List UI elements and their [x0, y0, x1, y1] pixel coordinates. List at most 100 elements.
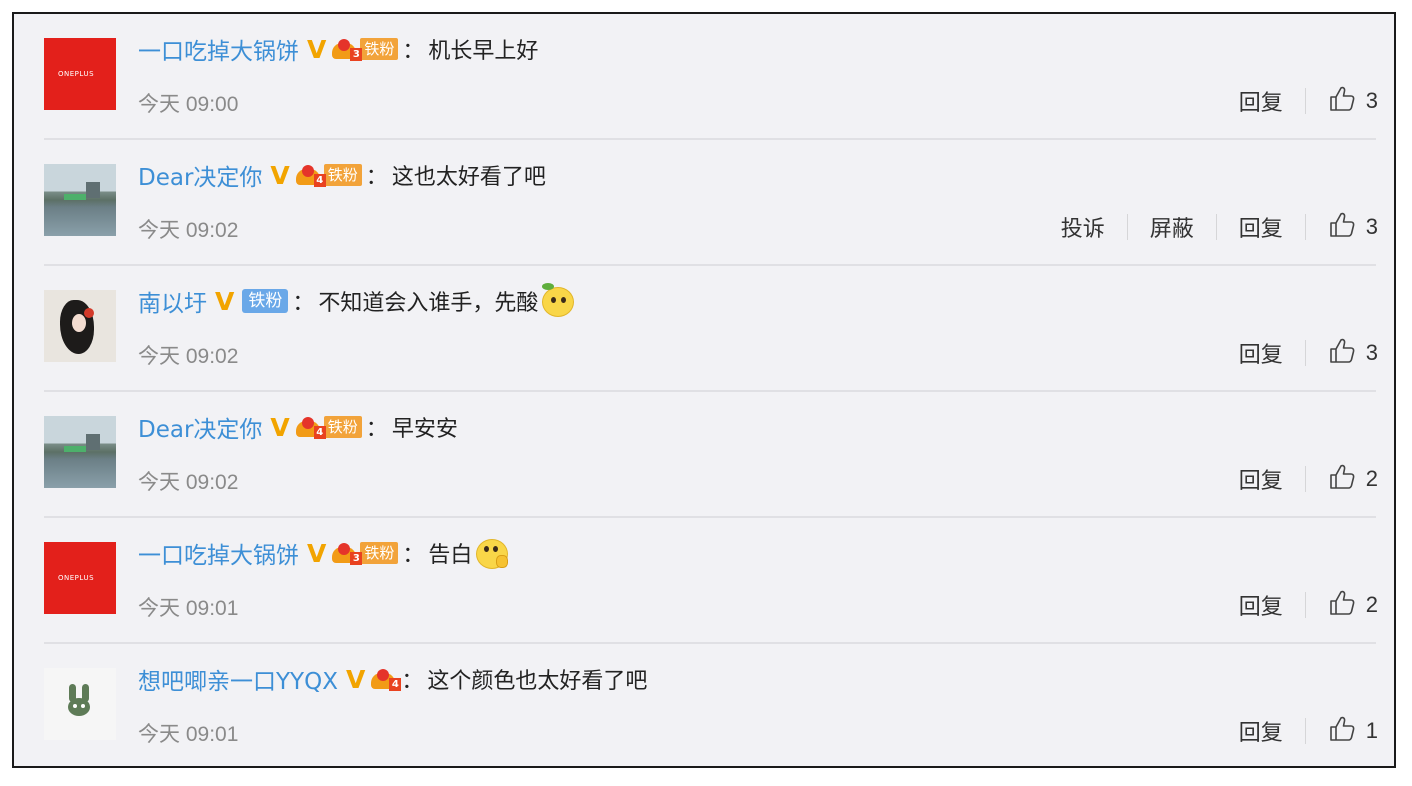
avatar[interactable] — [44, 164, 116, 236]
action-divider — [1215, 214, 1217, 240]
comment-text: 这个颜色也太好看了吧 — [427, 669, 648, 694]
avatar[interactable] — [44, 416, 116, 488]
thumbs-up-icon — [1328, 715, 1356, 747]
fan-badge[interactable]: 铁粉 — [360, 38, 399, 60]
comment-timestamp: 今天 09:02 — [138, 471, 239, 494]
username-link[interactable]: 南以圩 — [138, 284, 207, 318]
thumbs-up-icon — [1328, 337, 1356, 369]
avatar[interactable] — [44, 668, 116, 740]
comment-line: Dear决定你 V 4 铁粉：早安安 — [138, 410, 458, 444]
comment-item: Dear决定你 V 4 铁粉：这也太好看了吧今天 09:02 投诉 屏蔽 回复 3 — [14, 140, 1394, 266]
like-count: 2 — [1365, 592, 1378, 617]
comment-text: 这也太好看了吧 — [391, 165, 546, 190]
reply-button[interactable]: 回复 — [1239, 463, 1283, 495]
comment-actions: 回复 3 — [1239, 84, 1378, 118]
verified-v-icon[interactable]: V — [270, 413, 289, 442]
fan-level-number: 4 — [313, 426, 326, 439]
fan-badge[interactable]: 铁粉 — [323, 164, 362, 186]
comment-actions: 回复 2 — [1239, 588, 1378, 622]
verified-v-icon[interactable]: V — [307, 35, 326, 64]
block-button[interactable]: 屏蔽 — [1150, 211, 1194, 243]
comment-item: Dear决定你 V 4 铁粉：早安安 今天 09:02 回复 2 — [14, 392, 1394, 518]
reply-button[interactable]: 回复 — [1239, 337, 1283, 369]
fan-crown-icon[interactable]: 4 — [295, 415, 326, 439]
colon-separator: ： — [365, 417, 388, 442]
flower-shape — [84, 308, 94, 318]
comment-line: 一口吃掉大锅饼 V 3 铁粉：告白 — [138, 536, 510, 570]
avatar[interactable]: ONEPLUS — [44, 38, 116, 110]
fan-level-number: 3 — [350, 552, 363, 565]
verified-v-icon[interactable]: V — [270, 161, 289, 190]
like-count: 3 — [1365, 214, 1378, 239]
verified-v-icon[interactable]: V — [346, 665, 365, 694]
fan-crown-icon[interactable]: 4 — [371, 667, 402, 691]
colon-separator: ： — [402, 543, 425, 568]
sour-lemon-emoji-icon — [540, 283, 576, 319]
face-shape — [72, 314, 86, 332]
action-divider — [1304, 718, 1306, 744]
comment-item: 想吧唧亲一口YYQX V 4：这个颜色也太好看了吧今天 09:01 回复 1 — [14, 644, 1394, 770]
fan-badge[interactable]: 铁粉 — [360, 542, 399, 564]
like-button[interactable]: 3 — [1328, 211, 1378, 243]
username-link[interactable]: Dear决定你 — [138, 158, 262, 192]
username-link[interactable]: Dear决定你 — [138, 410, 262, 444]
avatar[interactable]: ONEPLUS — [44, 542, 116, 614]
verified-v-icon[interactable]: V — [215, 287, 234, 316]
like-count: 3 — [1365, 340, 1378, 365]
shy-face-emoji-icon — [474, 535, 510, 571]
fan-badge[interactable]: 铁粉 — [323, 416, 362, 438]
action-divider — [1304, 340, 1306, 366]
comment-text: 告白 — [428, 543, 473, 568]
reply-button[interactable]: 回复 — [1239, 589, 1283, 621]
reply-button[interactable]: 回复 — [1239, 85, 1283, 117]
comment-text: 机长早上好 — [428, 39, 539, 64]
like-count: 1 — [1365, 718, 1378, 743]
bunny-head — [68, 698, 90, 716]
like-button[interactable]: 3 — [1328, 85, 1378, 117]
action-divider — [1126, 214, 1128, 240]
comment-timestamp: 今天 09:01 — [138, 597, 239, 620]
comment-item: 南以圩 V 铁粉：不知道会入谁手，先酸 今天 09:02 回复 3 — [14, 266, 1394, 392]
thumbs-up-icon — [1328, 463, 1356, 495]
oneplus-logo: ONEPLUS — [58, 70, 95, 78]
username-link[interactable]: 一口吃掉大锅饼 — [138, 32, 299, 66]
like-button[interactable]: 3 — [1328, 337, 1378, 369]
reply-button[interactable]: 回复 — [1239, 715, 1283, 747]
action-divider — [1304, 466, 1306, 492]
fan-crown-icon[interactable]: 4 — [295, 163, 326, 187]
verified-v-icon[interactable]: V — [307, 539, 326, 568]
like-button[interactable]: 2 — [1328, 463, 1378, 495]
reply-button[interactable]: 回复 — [1239, 211, 1283, 243]
fan-crown-icon[interactable]: 3 — [332, 37, 363, 61]
comment-line: Dear决定你 V 4 铁粉：这也太好看了吧 — [138, 158, 546, 192]
colon-separator: ： — [401, 669, 424, 694]
comment-line: 南以圩 V 铁粉：不知道会入谁手，先酸 — [138, 283, 576, 319]
fan-level-number: 4 — [313, 174, 326, 187]
emoji-hand — [496, 555, 509, 568]
emoji-face — [542, 287, 575, 317]
bunny-eye — [81, 704, 85, 708]
like-count: 2 — [1365, 466, 1378, 491]
username-link[interactable]: 想吧唧亲一口YYQX — [138, 662, 338, 696]
like-button[interactable]: 2 — [1328, 589, 1378, 621]
bunny-eye — [73, 704, 77, 708]
thumbs-up-icon — [1328, 85, 1356, 117]
comment-timestamp: 今天 09:02 — [138, 219, 239, 242]
avatar[interactable] — [44, 290, 116, 362]
fan-badge[interactable]: 铁粉 — [242, 289, 289, 313]
comment-actions: 回复 1 — [1239, 714, 1378, 748]
oneplus-logo: ONEPLUS — [58, 574, 95, 582]
thumbs-up-icon — [1328, 211, 1356, 243]
like-button[interactable]: 1 — [1328, 715, 1378, 747]
comment-timestamp: 今天 09:01 — [138, 723, 239, 746]
comment-line: 一口吃掉大锅饼 V 3 铁粉：机长早上好 — [138, 32, 538, 66]
building-shape — [86, 434, 100, 450]
comment-actions: 投诉 屏蔽 回复 3 — [1061, 210, 1378, 244]
fan-crown-icon[interactable]: 3 — [332, 541, 363, 565]
comment-timestamp: 今天 09:02 — [138, 345, 239, 368]
username-link[interactable]: 一口吃掉大锅饼 — [138, 536, 299, 570]
colon-separator: ： — [365, 165, 388, 190]
fan-level-number: 4 — [389, 678, 402, 691]
comment-line: 想吧唧亲一口YYQX V 4：这个颜色也太好看了吧 — [138, 662, 647, 696]
report-button[interactable]: 投诉 — [1061, 211, 1105, 243]
